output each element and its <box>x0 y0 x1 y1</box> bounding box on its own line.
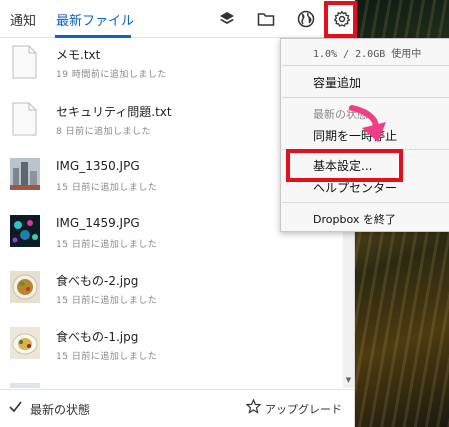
layers-icon[interactable] <box>216 8 238 30</box>
menu-item-add-space[interactable]: 容量追加 <box>313 74 361 91</box>
top-bar: 通知 最新ファイル <box>0 0 355 38</box>
file-name: IMG_1350.JPG <box>56 159 140 173</box>
globe-icon[interactable] <box>295 8 317 30</box>
star-icon[interactable] <box>245 398 262 418</box>
photo-thumbnail-food <box>10 271 40 303</box>
file-time: 8 日前に追加しました <box>56 127 152 137</box>
file-name: 食べもの-2.jpg <box>56 274 139 288</box>
menu-item-quit[interactable]: Dropbox を終了 <box>313 211 396 227</box>
document-icon <box>10 102 40 136</box>
list-item[interactable] <box>0 376 343 388</box>
photo-thumbnail-food <box>10 327 40 359</box>
file-time: 15 日前に追加しました <box>56 240 158 250</box>
storage-usage: 1.0% / 2.0GB 使用中 <box>313 49 422 60</box>
file-name: セキュリティ問題.txt <box>56 105 172 119</box>
scroll-down-icon[interactable]: ▼ <box>343 375 354 386</box>
folder-icon[interactable] <box>255 8 277 30</box>
menu-divider <box>282 65 449 66</box>
bottom-bar: 最新の状態 アップグレード <box>0 389 355 427</box>
photo-thumbnail-lights <box>10 215 40 247</box>
document-icon <box>10 45 40 79</box>
photo-thumbnail <box>10 383 40 388</box>
tab-recent-files[interactable]: 最新ファイル <box>56 10 134 29</box>
menu-item-pause-sync[interactable]: 同期を一時停止 <box>313 127 397 144</box>
settings-menu: 1.0% / 2.0GB 使用中 容量追加 最新の状態 同期を一時停止 基本設定… <box>280 38 449 232</box>
file-name: メモ.txt <box>56 48 101 62</box>
menu-divider <box>282 149 449 150</box>
tab-notifications[interactable]: 通知 <box>10 10 36 29</box>
menu-item-preferences[interactable]: 基本設定... <box>313 157 372 174</box>
checkmark-icon <box>8 399 23 418</box>
upgrade-button[interactable]: アップグレード <box>265 401 342 417</box>
file-time: 15 日前に追加しました <box>56 183 158 193</box>
sync-status: 最新の状態 <box>30 403 91 417</box>
file-time: 15 日前に追加しました <box>56 352 158 362</box>
menu-status-hint: 最新の状態 <box>313 108 368 121</box>
file-name: 食べもの-1.jpg <box>56 330 139 344</box>
file-time: 15 日前に追加しました <box>56 296 158 306</box>
photo-thumbnail-city <box>10 158 40 190</box>
file-time: 19 時間前に追加しました <box>56 70 167 80</box>
menu-divider <box>282 202 449 203</box>
gear-icon[interactable] <box>331 8 353 30</box>
list-item[interactable]: 食べもの-1.jpg 15 日前に追加しました <box>0 320 343 375</box>
menu-item-help-center[interactable]: ヘルプセンター <box>313 179 397 196</box>
list-item[interactable]: 食べもの-2.jpg 15 日前に追加しました <box>0 264 343 319</box>
menu-divider <box>282 97 449 98</box>
file-name: IMG_1459.JPG <box>56 216 140 230</box>
